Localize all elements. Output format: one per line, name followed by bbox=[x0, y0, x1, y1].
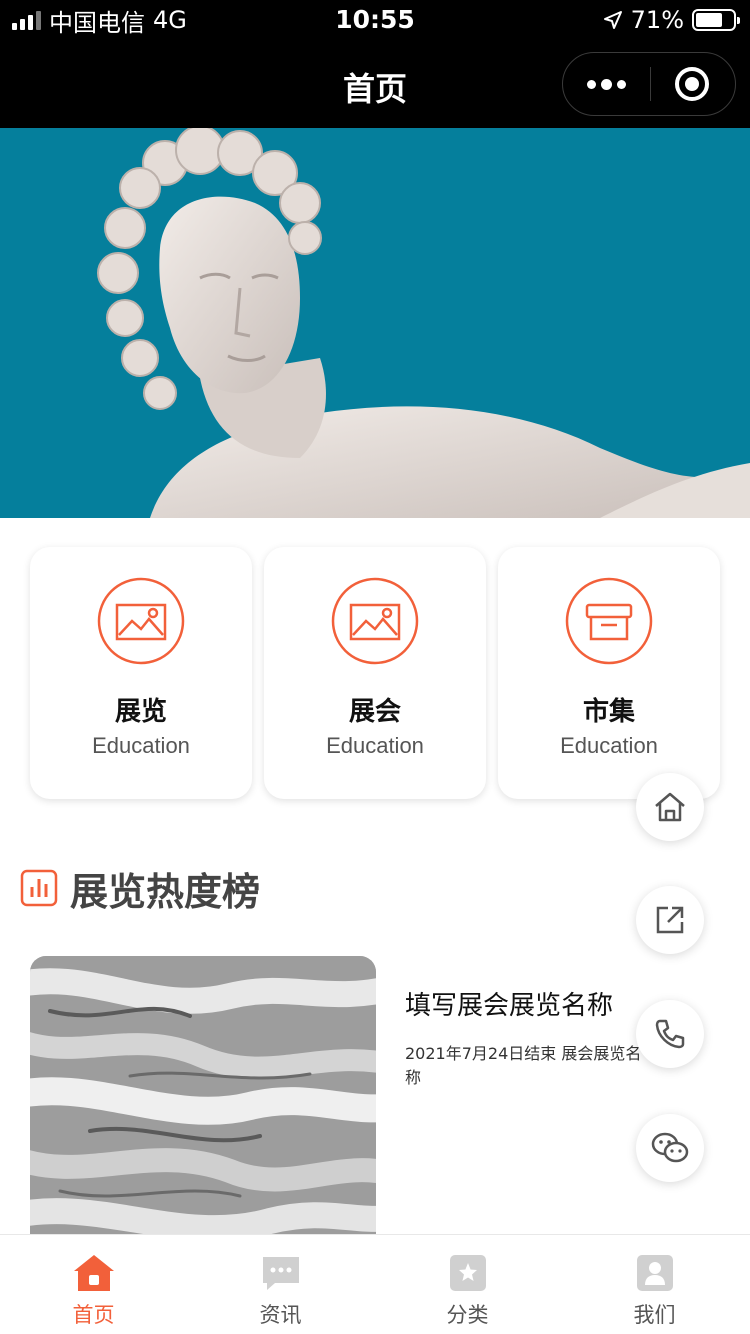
category-card-exhibition[interactable]: 展览 Education bbox=[30, 547, 252, 799]
category-card-fair[interactable]: 展会 Education bbox=[264, 547, 486, 799]
navigation-bar: 首页 bbox=[0, 40, 750, 128]
shop-box-icon bbox=[565, 577, 653, 665]
tab-bar: 首页 资讯 分类 我们 bbox=[0, 1234, 750, 1334]
float-home-button[interactable] bbox=[636, 773, 704, 841]
section-title: 展览热度榜 bbox=[70, 869, 261, 914]
phone-icon bbox=[655, 1019, 685, 1049]
category-card-market[interactable]: 市集 Education bbox=[498, 547, 720, 799]
user-icon bbox=[637, 1255, 673, 1291]
location-arrow-icon bbox=[603, 11, 622, 29]
wechat-icon bbox=[651, 1132, 689, 1163]
tab-label: 资讯 bbox=[259, 1303, 302, 1327]
home-icon bbox=[655, 792, 685, 822]
battery-percent: 71% bbox=[630, 6, 684, 34]
ranking-section-header: 展览热度榜 bbox=[20, 860, 260, 916]
tab-category[interactable]: 分类 bbox=[374, 1235, 561, 1334]
tab-news[interactable]: 资讯 bbox=[187, 1235, 374, 1334]
tab-home[interactable]: 首页 bbox=[0, 1235, 187, 1334]
category-title: 市集 bbox=[582, 697, 635, 727]
image-icon bbox=[97, 577, 185, 665]
category-subtitle: Education bbox=[560, 733, 658, 758]
category-title: 展览 bbox=[114, 697, 167, 727]
tab-label: 我们 bbox=[633, 1303, 676, 1327]
category-icon bbox=[450, 1255, 486, 1291]
category-subtitle: Education bbox=[326, 733, 424, 758]
float-wechat-button[interactable] bbox=[636, 1114, 704, 1182]
exhibition-name[interactable]: 填写展会展览名称 bbox=[405, 985, 613, 1022]
category-subtitle: Education bbox=[92, 733, 190, 758]
image-icon bbox=[331, 577, 419, 665]
exhibition-thumbnail[interactable] bbox=[30, 956, 376, 1256]
close-miniprogram-button[interactable] bbox=[675, 67, 709, 101]
home-icon bbox=[74, 1255, 114, 1291]
more-menu-button[interactable] bbox=[563, 53, 650, 115]
status-bar: 中国电信 4G 10:55 71% bbox=[0, 0, 750, 40]
message-icon bbox=[263, 1257, 299, 1290]
tab-label: 分类 bbox=[446, 1303, 489, 1327]
tab-about[interactable]: 我们 bbox=[561, 1235, 748, 1334]
float-share-button[interactable] bbox=[636, 886, 704, 954]
share-icon bbox=[656, 906, 684, 934]
bar-chart-icon bbox=[20, 869, 58, 907]
miniprogram-capsule bbox=[562, 52, 736, 116]
battery-icon bbox=[692, 9, 740, 31]
float-phone-button[interactable] bbox=[636, 1000, 704, 1068]
category-title: 展会 bbox=[348, 697, 401, 727]
exhibition-description: 2021年7月24日结束 展会展览名称 bbox=[405, 1044, 642, 1087]
statue-illustration bbox=[97, 128, 750, 518]
tab-label: 首页 bbox=[72, 1303, 115, 1327]
banner-image[interactable] bbox=[0, 128, 750, 518]
